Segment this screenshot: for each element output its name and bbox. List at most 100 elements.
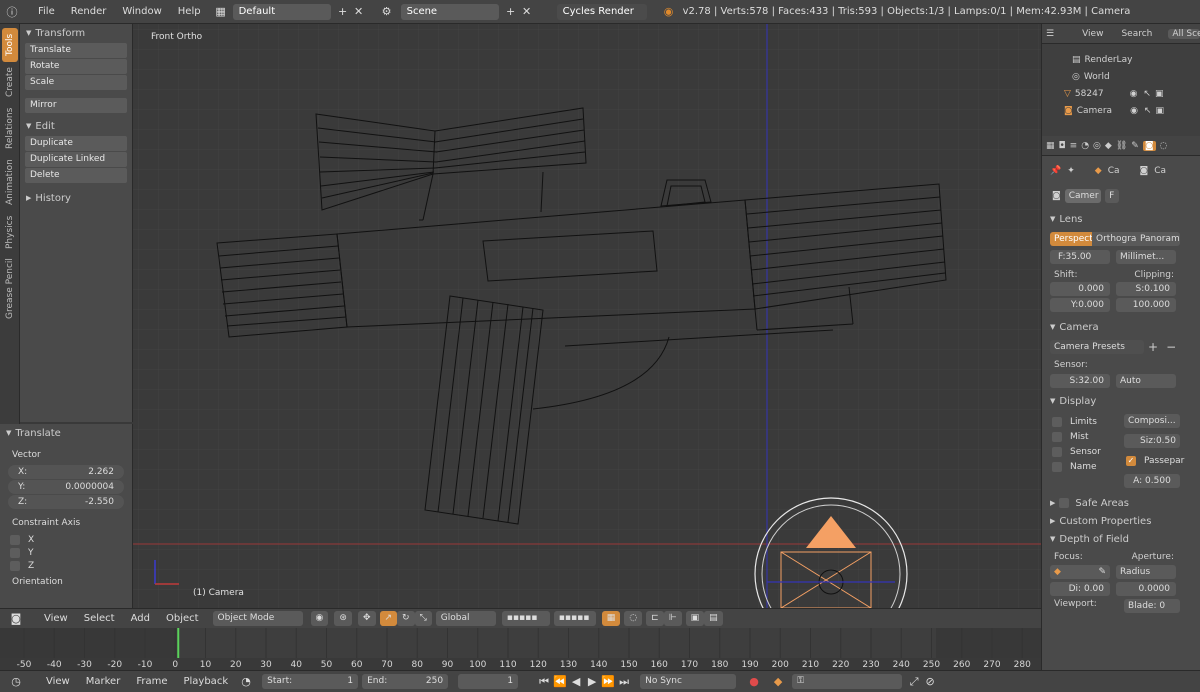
keying-set-field[interactable]: ⚿ xyxy=(792,674,903,689)
size-field[interactable]: Siz:0.50 xyxy=(1124,434,1180,448)
snap-element-icon[interactable]: ⊩ xyxy=(663,611,682,626)
history-panel-header[interactable]: ▶ History xyxy=(20,189,132,207)
start-frame-field[interactable]: Start: 1 xyxy=(262,674,359,689)
select-arrow-icon[interactable]: ↖ xyxy=(1143,89,1151,99)
custom-properties-panel-header[interactable]: ▶ Custom Properties xyxy=(1042,512,1200,530)
blades-field[interactable]: Blade: 0 xyxy=(1124,599,1180,613)
sync-select[interactable]: No Sync xyxy=(640,674,737,689)
visibility-eye-icon[interactable]: ◉ xyxy=(1130,89,1138,99)
outliner-search-menu[interactable]: Search xyxy=(1121,29,1152,39)
camera-datablock-icon[interactable]: ◙ xyxy=(1052,191,1061,201)
clip-start-field[interactable]: S:0.100 xyxy=(1116,282,1176,296)
transform-panel-header[interactable]: ▼ Transform xyxy=(20,24,132,42)
camera-datablock-field[interactable]: Camer xyxy=(1064,189,1101,203)
editor-type-icon[interactable]: ◙ xyxy=(8,611,24,627)
eyedropper-icon[interactable]: ✎ xyxy=(1098,565,1106,579)
focal-length-field[interactable]: F:35.00 xyxy=(1050,250,1110,264)
menu-window[interactable]: Window xyxy=(114,6,169,17)
object-menu[interactable]: Object xyxy=(158,613,207,624)
add-menu[interactable]: Add xyxy=(123,613,158,624)
layers-grid[interactable]: ▪▪▪▪▪ xyxy=(501,611,550,626)
sensor-fit-select[interactable]: Auto xyxy=(1116,374,1176,388)
jump-start-icon[interactable]: ⏮ xyxy=(536,674,552,690)
object-tab-icon[interactable]: ◆ xyxy=(1105,141,1112,151)
sensor-size-field[interactable]: S:32.00 xyxy=(1050,374,1110,388)
clip-end-field[interactable]: 100.000 xyxy=(1116,298,1176,312)
preview-range-icon[interactable]: ◔ xyxy=(238,674,254,690)
jump-keyframe-back-icon[interactable]: ⏪ xyxy=(552,674,568,690)
outliner-display-select[interactable]: All Sce xyxy=(1168,28,1200,39)
viewport-canvas[interactable] xyxy=(133,24,1041,608)
shift-x-field[interactable]: 0.000 xyxy=(1050,282,1110,296)
menu-file[interactable]: File xyxy=(30,6,63,17)
focus-distance-field[interactable]: Di: 0.00 xyxy=(1050,582,1110,596)
add-scene-icon[interactable]: + xyxy=(503,4,519,20)
tab-animation[interactable]: Animation xyxy=(2,156,18,208)
rotate-button[interactable]: Rotate xyxy=(25,59,127,74)
render-preview-icon[interactable]: ▣ xyxy=(685,611,705,626)
3d-viewport[interactable]: Front Ortho (1) Camera xyxy=(133,24,1041,608)
limits-checkbox[interactable]: Limits xyxy=(1052,417,1116,427)
lens-orthographic-button[interactable]: Orthograp xyxy=(1092,232,1136,246)
pivot-select[interactable]: ⊛ xyxy=(334,611,352,626)
vector-x-field[interactable]: X: 2.262 xyxy=(8,465,124,479)
delete-button[interactable]: Delete xyxy=(25,168,127,183)
vector-y-field[interactable]: Y: 0.0000004 xyxy=(8,480,124,494)
lens-panel-header[interactable]: ▼ Lens xyxy=(1042,210,1200,228)
render-icon[interactable]: ▣ xyxy=(1155,106,1164,116)
physics-tab-icon[interactable]: ◌ xyxy=(1160,141,1168,151)
jump-keyframe-forward-icon[interactable]: ⏩ xyxy=(600,674,616,690)
remove-preset-icon[interactable]: − xyxy=(1166,340,1176,354)
manipulator-toggle[interactable]: ✥ xyxy=(357,611,376,626)
outliner-item-camera[interactable]: ◙ Camera ◉ ↖ ▣ xyxy=(1064,103,1200,120)
name-checkbox[interactable]: Name xyxy=(1052,462,1116,472)
tl-view-menu[interactable]: View xyxy=(38,676,78,687)
focus-object-field[interactable]: ◆ ✎ xyxy=(1050,565,1110,579)
edit-panel-header[interactable]: ▼ Edit xyxy=(20,117,132,135)
duplicate-button[interactable]: Duplicate xyxy=(25,136,127,151)
tab-tools[interactable]: Tools xyxy=(2,28,18,62)
duplicate-linked-button[interactable]: Duplicate Linked xyxy=(25,152,127,167)
tab-physics[interactable]: Physics xyxy=(2,212,18,252)
orientation-select[interactable]: Global xyxy=(435,611,496,626)
timeline[interactable]: -50 -40 -30 -20 -10 0 10 20 30 40 50 60 70 80 90 100 110… xyxy=(0,628,1041,670)
display-panel-header[interactable]: ▼ Display xyxy=(1042,392,1200,410)
render-tab-icon[interactable]: ◘ xyxy=(1059,141,1066,151)
translate-panel-header[interactable]: ▼ Translate xyxy=(0,424,132,442)
mirror-button[interactable]: Mirror xyxy=(25,98,127,113)
fake-user-button[interactable]: F xyxy=(1104,189,1119,203)
remove-layout-icon[interactable]: ✕ xyxy=(351,4,367,20)
shift-y-field[interactable]: Y:0.000 xyxy=(1050,298,1110,312)
add-layout-icon[interactable]: + xyxy=(335,4,351,20)
mode-select[interactable]: Object Mode xyxy=(212,611,303,626)
lens-panoramic-button[interactable]: Panorami xyxy=(1136,232,1180,246)
select-menu[interactable]: Select xyxy=(76,613,123,624)
outliner-item-mesh[interactable]: ▽ 58247 ◉ ↖ ▣ xyxy=(1064,86,1200,103)
play-icon[interactable]: ▶ xyxy=(584,674,600,690)
render-engine-select[interactable]: Cycles Render xyxy=(556,3,647,20)
tab-grease-pencil[interactable]: Grease Pencil xyxy=(2,256,18,322)
remove-scene-icon[interactable]: ✕ xyxy=(519,4,535,20)
timeline-editor-icon[interactable]: ◷ xyxy=(8,674,24,690)
modifier-tab-icon[interactable]: ✎ xyxy=(1131,141,1139,151)
pin-icon[interactable]: 📌 xyxy=(1050,166,1061,176)
screen-layout-icon[interactable]: ▦ xyxy=(213,4,229,20)
snap-toggle-icon[interactable]: ⊏ xyxy=(646,611,664,626)
tl-frame-menu[interactable]: Frame xyxy=(128,676,175,687)
jump-end-icon[interactable]: ⏭ xyxy=(616,674,632,690)
screen-layout-field[interactable]: Default xyxy=(232,3,331,20)
outliner-item-renderlayer[interactable]: ▤ RenderLay xyxy=(1072,52,1200,69)
passepartout-checkbox[interactable]: ✓ Passepar xyxy=(1126,456,1190,466)
menu-render[interactable]: Render xyxy=(63,6,115,17)
rotate-manipulator-icon[interactable]: ↻ xyxy=(397,611,415,626)
camera-data-tab-icon[interactable]: ◙ xyxy=(1142,140,1156,151)
outliner-editor-icon[interactable]: ☰ xyxy=(1046,29,1060,39)
checkbox-icon[interactable] xyxy=(1059,498,1070,508)
mist-checkbox[interactable]: Mist xyxy=(1052,432,1116,442)
keying-set-icon[interactable]: ◆ xyxy=(770,674,786,690)
aperture-type-select[interactable]: Radius xyxy=(1116,565,1176,579)
tab-relations[interactable]: Relations xyxy=(2,104,18,152)
lens-unit-select[interactable]: Millimet... xyxy=(1116,250,1176,264)
vector-z-field[interactable]: Z: -2.550 xyxy=(8,495,124,509)
properties-editor-icon[interactable]: ▦ xyxy=(1046,141,1055,151)
